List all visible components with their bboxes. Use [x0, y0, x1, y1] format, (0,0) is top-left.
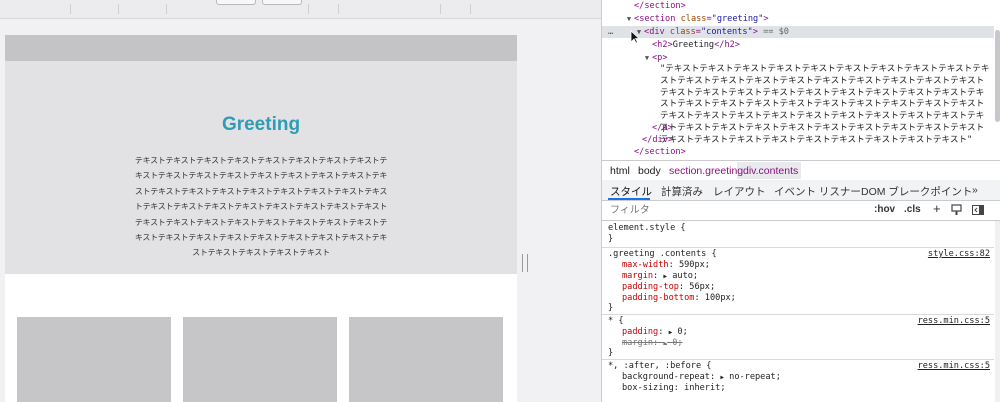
div-close-tag: </div>	[642, 135, 674, 145]
rule-source-link[interactable]: style.css:82	[928, 249, 990, 259]
new-rule-button[interactable]: +	[933, 201, 941, 216]
h2-open-tag: <h2>	[652, 40, 673, 50]
tab-layout[interactable]: レイアウト	[713, 184, 766, 199]
more-options-icon[interactable]: …	[608, 26, 613, 38]
tree-line-section-close[interactable]: </section>	[602, 146, 994, 158]
css-declaration[interactable]: box-sizing: inherit;	[622, 383, 726, 394]
top-ruler	[0, 0, 601, 19]
universal-rule[interactable]: * { ress.min.css:5 padding: ▶ 0; margin:…	[602, 315, 994, 360]
ruler-tick	[338, 4, 339, 14]
tab-dom-breakpoints[interactable]: DOM ブレークポイント	[861, 184, 972, 199]
active-tab-indicator	[608, 198, 650, 200]
tree-line-div-close[interactable]: </div>	[602, 134, 994, 146]
rule-close-brace: }	[608, 303, 614, 313]
tree-line[interactable]: </section>	[602, 0, 994, 12]
devtools-panel: </section> ▼ <section class="greeting"> ……	[601, 0, 1000, 402]
css-declaration[interactable]: max-width: 590px;	[622, 260, 710, 271]
section-tag-name: section	[639, 14, 676, 24]
breadcrumb-section-greeting[interactable]: section.greeting	[669, 165, 743, 177]
breadcrumb-div-contents[interactable]: div.contents	[743, 165, 798, 177]
styles-scrollbar[interactable]	[995, 221, 1000, 402]
breadcrumb-body[interactable]: body	[638, 165, 661, 177]
ruler-tick	[70, 4, 71, 14]
greeting-section: Greeting テキストテキストテキストテキストテキストテキストテキストテキス…	[5, 61, 517, 274]
ruler-tick	[440, 4, 441, 14]
elements-scrollbar[interactable]	[995, 30, 1000, 122]
tab-styles[interactable]: スタイル	[610, 184, 652, 199]
p-close-tag: </p>	[652, 123, 673, 133]
rule-close-brace: }	[608, 348, 614, 358]
ruler-tick	[118, 4, 119, 14]
attr-name: class	[680, 14, 707, 24]
page-scrollbar[interactable]	[590, 30, 598, 402]
viewport-resize-handle[interactable]	[522, 254, 528, 272]
page-viewport: Greeting テキストテキストテキストテキストテキストテキストテキストテキス…	[0, 0, 601, 402]
h2-close-tag: </h2>	[714, 40, 740, 50]
h2-text: Greeting	[672, 40, 715, 50]
element-style-selector: element.style {	[608, 223, 686, 233]
elements-tree: </section> ▼ <section class="greeting"> ……	[602, 0, 1000, 160]
css-declaration[interactable]: padding-bottom: 100px;	[622, 293, 736, 304]
p-open-tag: <p>	[652, 53, 668, 63]
card-placeholder	[349, 317, 503, 402]
ruler-tick	[470, 4, 471, 14]
expand-triangle-icon[interactable]: ▼	[642, 52, 652, 64]
attr-name: class	[669, 27, 696, 37]
element-style-rule[interactable]: element.style { }	[602, 221, 994, 248]
css-declaration[interactable]: background-repeat: ▶ no-repeat;	[622, 372, 781, 383]
ruler-tick	[166, 4, 167, 14]
filter-bar: :hov .cls +	[602, 201, 1000, 221]
rule-selector: .greeting .contents {	[608, 249, 717, 259]
tree-line-section-greeting[interactable]: ▼ <section class="greeting">	[602, 13, 994, 25]
css-declaration-overridden[interactable]: margin: ▶ 0;	[622, 338, 683, 349]
styles-tabbar: スタイル 計算済み レイアウト イベント リスナー DOM ブレークポイント »	[602, 180, 1000, 201]
rule-source-link[interactable]: ress.min.css:5	[918, 316, 990, 326]
rule-selector: *, :after, :before {	[608, 361, 712, 371]
tab-event-listeners[interactable]: イベント リスナー	[774, 184, 861, 199]
breadcrumb: html body section.greeting div.contents	[602, 160, 1000, 181]
attr-value: "greeting"	[711, 14, 764, 24]
greeting-title: Greeting	[221, 114, 301, 135]
hov-toggle[interactable]: :hov	[874, 204, 895, 215]
css-declaration[interactable]: padding: ▶ 0;	[622, 327, 688, 338]
greeting-contents-rule[interactable]: .greeting .contents { style.css:82 max-w…	[602, 248, 994, 315]
div-tag-name: div	[649, 27, 665, 37]
tab-computed[interactable]: 計算済み	[661, 184, 703, 199]
tree-line-p-close[interactable]: </p>	[602, 122, 994, 134]
tabs-overflow-icon[interactable]: »	[972, 184, 978, 196]
pseudo-universal-rule[interactable]: *, :after, :before { ress.min.css:5 back…	[602, 360, 994, 402]
toggle-sidebar-icon[interactable]	[972, 204, 984, 216]
css-declaration[interactable]: padding-top: 56px;	[622, 282, 715, 293]
rendered-page: Greeting テキストテキストテキストテキストテキストテキストテキストテキス…	[5, 35, 517, 402]
ruler-tick	[308, 4, 309, 14]
expand-triangle-icon[interactable]: ▼	[624, 13, 634, 25]
toolbar-button[interactable]	[216, 0, 256, 5]
greeting-text: テキストテキストテキストテキストテキストテキストテキストテキストテキストテキスト…	[134, 156, 388, 258]
card-placeholder	[17, 317, 171, 402]
tree-line-div-contents-selected[interactable]: … ▼ <div class="contents"> == $0	[602, 26, 994, 38]
selected-marker: == $0	[763, 27, 789, 37]
card-placeholder	[183, 317, 337, 402]
tree-line-h2[interactable]: <h2>Greeting</h2>	[602, 39, 994, 51]
rule-selector: * {	[608, 316, 624, 326]
rule-source-link[interactable]: ress.min.css:5	[918, 361, 990, 371]
tree-line-p[interactable]: ▼ <p>	[602, 52, 994, 64]
rule-close-brace: }	[608, 234, 614, 244]
attr-value: "contents"	[700, 27, 753, 37]
section-close-tag: </section>	[634, 1, 686, 11]
breadcrumb-html[interactable]: html	[610, 165, 630, 177]
styles-pane: element.style { } .greeting .contents { …	[602, 221, 1000, 402]
filter-input[interactable]	[610, 204, 850, 217]
page-header	[5, 35, 517, 61]
paint-icon[interactable]	[951, 204, 962, 216]
section-close-tag: </section>	[634, 147, 686, 157]
cls-toggle[interactable]: .cls	[904, 204, 921, 215]
css-declaration[interactable]: margin: ▶ auto;	[622, 271, 698, 282]
toolbar-button[interactable]	[262, 0, 302, 5]
